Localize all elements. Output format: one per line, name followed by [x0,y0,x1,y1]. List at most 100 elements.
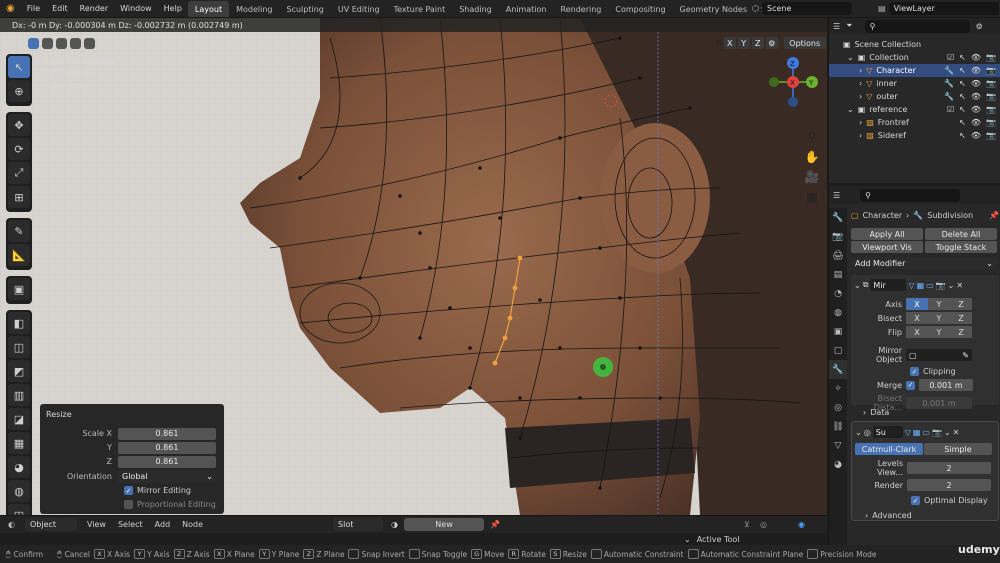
toggle-stack-button[interactable]: Toggle Stack [925,241,997,253]
eye-icon[interactable]: 👁 [971,79,981,88]
collapse-icon[interactable]: ⌄ [855,428,862,437]
apply-all-button[interactable]: Apply All [851,228,923,240]
select-arrow-icon[interactable]: ↖ [959,66,966,75]
select-arrow-icon[interactable]: ↖ [959,118,966,127]
viewport-vis-button[interactable]: Viewport Vis [851,241,923,253]
eyedropper-icon[interactable]: ✎ [962,351,969,360]
scale-x-field[interactable]: 0.861 [118,427,216,440]
view-layer-tab-icon[interactable]: ▤ [829,265,847,284]
advanced-subpanel-header[interactable]: › Advanced [855,511,995,520]
camera-icon[interactable]: 📷 [986,105,996,114]
active-tool-panel-header[interactable]: ⌄ Active Tool [684,533,740,545]
cursor-tool-icon[interactable]: ⊕ [8,80,30,102]
filter-icon[interactable]: ⏷ [846,21,852,31]
axis-z-toggle[interactable]: Z [950,298,972,310]
eye-icon[interactable]: 👁 [971,131,981,140]
outliner-item-frontref[interactable]: › ▨ Frontref ↖ 👁 📷 [829,116,1000,129]
slot-dropdown[interactable]: Slot [333,518,384,531]
grid-icon[interactable]: ▦ [803,188,821,206]
bisect-y-toggle[interactable]: Y [928,312,950,324]
scene-tab-icon[interactable]: ◔ [829,284,847,303]
scene-icon[interactable]: ⬡ [752,4,759,13]
flip-y-toggle[interactable]: Y [928,326,950,338]
expand-icon[interactable]: › [859,79,862,88]
viewport-toggle-icon[interactable]: ▭ [922,428,930,437]
expand-icon[interactable]: ⌄ [847,105,854,114]
smooth-tool-icon[interactable]: ◍ [8,480,30,502]
on-cage-toggle-icon[interactable]: ▦ [917,281,925,290]
clipping-checkbox[interactable]: ✓ [910,367,919,376]
tab-modeling[interactable]: Modeling [229,1,279,17]
outliner-collection[interactable]: ⌄ ▣ Collection ☑ ↖ 👁 📷 [829,51,1000,64]
world-tab-icon[interactable]: ◍ [829,303,847,322]
zoom-icon[interactable]: ⚲ [803,128,821,146]
camera-icon[interactable]: 📷 [986,66,996,75]
camera-icon[interactable]: 🎥 [803,168,821,186]
camera-icon[interactable]: 📷 [986,131,996,140]
menu-select[interactable]: Select [118,520,143,529]
expand-icon[interactable]: › [859,118,862,127]
select-arrow-icon[interactable]: ↖ [959,79,966,88]
scale-tool-icon[interactable]: ⤢ [8,162,30,184]
collection-tab-icon[interactable]: ▣ [829,322,847,341]
render-toggle-icon[interactable]: 📷 [936,281,946,290]
menu-node[interactable]: Node [182,520,203,529]
camera-icon[interactable]: 📷 [986,79,996,88]
pin-icon[interactable]: 📌 [989,211,999,220]
camera-icon[interactable]: 📷 [986,92,996,101]
merge-checkbox[interactable]: ✓ [906,380,915,390]
poly-build-tool-icon[interactable]: ▦ [8,432,30,454]
bevel-tool-icon[interactable]: ◩ [8,360,30,382]
select-arrow-icon[interactable]: ↖ [959,105,966,114]
collapse-icon[interactable]: ⌄ [854,281,861,290]
options-dropdown[interactable]: Options [783,37,826,49]
camera-icon[interactable]: 📷 [986,53,996,62]
mirror-object-field[interactable]: ▢ ✎ [906,349,972,361]
catmull-clark-toggle[interactable]: Catmull-Clark [855,443,923,455]
select-arrow-icon[interactable]: ↖ [959,131,966,140]
tab-layout[interactable]: Layout [187,1,230,17]
select-tool-icon[interactable]: ↖ [8,56,30,78]
tool-tab-icon[interactable]: 🔧 [829,208,847,227]
outliner-editor-icon[interactable]: ☰ [833,22,840,31]
editor-type-icon[interactable]: ◐ [8,520,15,529]
menu-window[interactable]: Window [114,0,158,18]
outliner-search-input[interactable]: ⚲ [864,19,970,33]
loop-cut-tool-icon[interactable]: ▥ [8,384,30,406]
tab-animation[interactable]: Animation [499,1,554,17]
transform-tool-icon[interactable]: ⊞ [8,186,30,208]
material-tab-icon[interactable]: ◕ [829,455,847,474]
bisect-distance-field[interactable]: 0.001 m [906,397,972,409]
edit-mode-toggle-icon[interactable]: ▽ [905,428,911,437]
remove-modifier-icon[interactable]: ✕ [956,281,963,290]
snap-icon[interactable]: ⊻ [744,520,750,529]
outliner-reference-collection[interactable]: ⌄ ▣ reference ☑ ↖ 👁 📷 [829,103,1000,116]
dropdown-icon[interactable]: ⌄ [944,428,951,437]
axis-x-toggle[interactable]: X [906,298,928,310]
tab-geometry-nodes[interactable]: Geometry Nodes [673,1,754,17]
flip-z-toggle[interactable]: Z [950,326,972,338]
physics-tab-icon[interactable]: ◎ [829,398,847,417]
annotate-tool-icon[interactable]: ✎ [8,220,30,242]
select-intersect-mode-icon[interactable] [84,37,95,49]
material-icon[interactable]: ◑ [391,520,398,529]
add-modifier-dropdown[interactable]: Add Modifier ⌄ [851,257,997,269]
blender-logo-icon[interactable]: ◉ [0,0,21,18]
mirror-z-toggle[interactable]: Z [751,37,764,49]
expand-icon[interactable]: › [859,92,862,101]
eye-icon[interactable]: 👁 [971,105,981,114]
3d-viewport[interactable]: Z Y X Dx: -0 m Dy: -0.000304 m Dz: -0.00… [0,18,827,515]
on-cage-toggle-icon[interactable]: ▦ [913,428,921,437]
select-extend-mode-icon[interactable] [42,37,53,49]
extrude-tool-icon[interactable]: ◧ [8,312,30,334]
render-toggle-icon[interactable]: 📷 [932,428,942,437]
view-layer-icon[interactable]: ▤ [878,4,886,13]
delete-all-button[interactable]: Delete All [925,228,997,240]
view-layer-field[interactable]: ViewLayer [888,2,999,15]
tab-rendering[interactable]: Rendering [554,1,609,17]
select-arrow-icon[interactable]: ↖ [959,53,966,62]
object-tab-icon[interactable]: ▢ [829,341,847,360]
eye-icon[interactable]: 👁 [971,53,981,62]
properties-search-input[interactable]: ⚲ [860,188,961,202]
render-levels-field[interactable]: 2 [907,479,991,491]
